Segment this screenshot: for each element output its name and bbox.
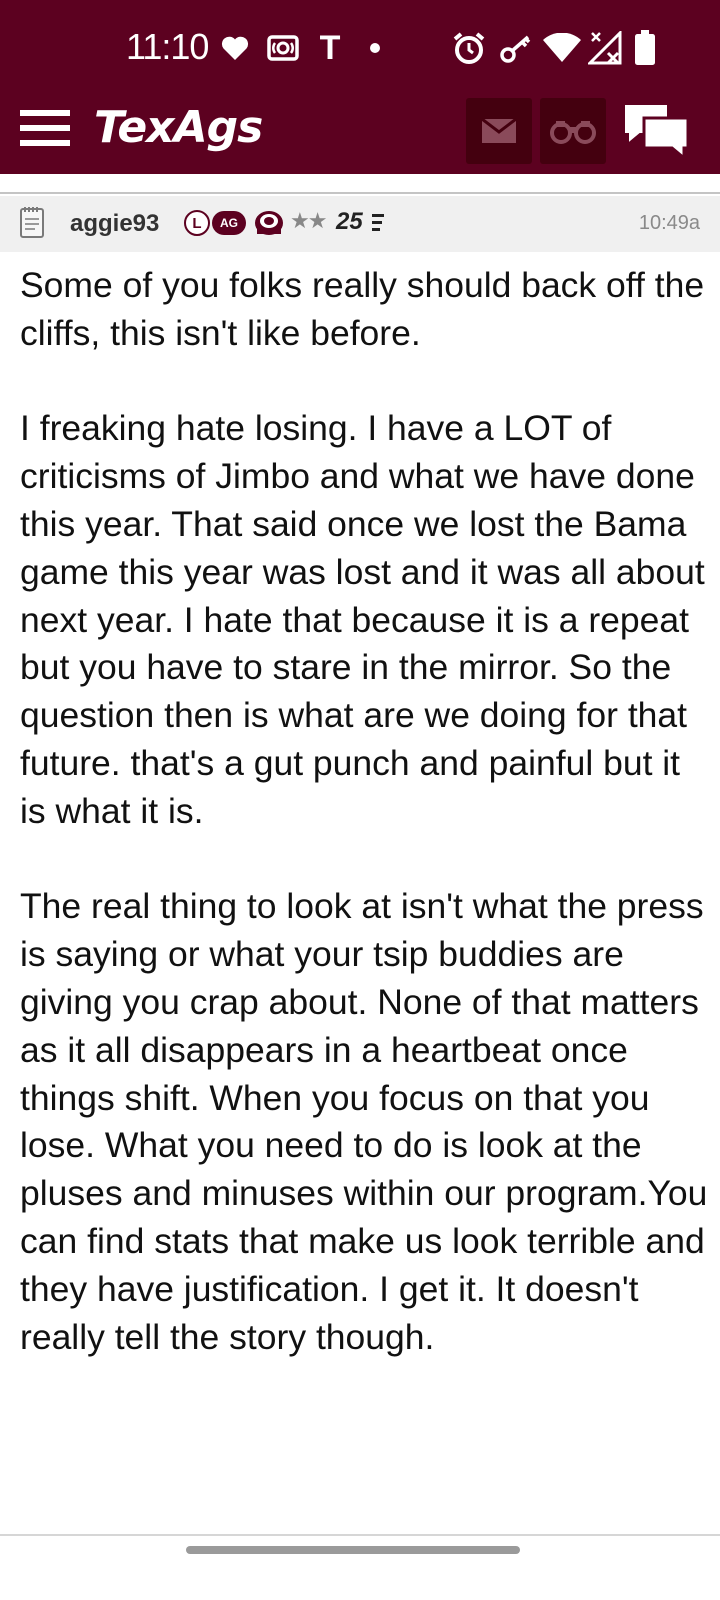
post-divider xyxy=(0,1534,720,1536)
chat-icon[interactable] xyxy=(620,100,692,162)
team-logo-icon xyxy=(253,209,285,237)
heart-icon xyxy=(220,30,250,66)
texags-logo[interactable]: TexAgs xyxy=(94,102,263,153)
binoculars-icon xyxy=(550,121,596,144)
alarm-icon xyxy=(452,30,486,66)
hamburger-menu-icon[interactable] xyxy=(20,106,70,150)
count-lines-icon xyxy=(372,214,384,232)
binoculars-button[interactable] xyxy=(540,98,606,164)
t-mobile-icon: T xyxy=(319,28,341,67)
mail-icon xyxy=(481,118,517,143)
notepad-icon[interactable] xyxy=(19,205,45,239)
post-count: 25 xyxy=(336,208,363,235)
lifetime-badge: L xyxy=(184,210,210,236)
post-paragraph: Some of you folks really should back off… xyxy=(20,265,705,353)
post-timestamp: 10:49a xyxy=(638,212,700,234)
battery-icon xyxy=(632,30,658,66)
post-paragraph: The real thing to look at isn't what the… xyxy=(20,886,708,1357)
post-header: aggie93 L AG ★★ 25 10:49a xyxy=(0,196,720,252)
signal-icon xyxy=(588,30,624,66)
rating-stars: ★★ xyxy=(290,209,327,234)
wifi-icon xyxy=(542,30,582,66)
status-bar: 11:10 T xyxy=(0,0,720,92)
home-indicator[interactable] xyxy=(186,1546,520,1554)
ag-badge: AG xyxy=(212,211,246,235)
status-time: 11:10 xyxy=(126,26,209,67)
app-bar: TexAgs xyxy=(0,92,720,174)
radio-icon xyxy=(266,30,300,66)
mail-button[interactable] xyxy=(466,98,532,164)
header-divider xyxy=(0,192,720,194)
dot-icon xyxy=(368,30,382,66)
post-username[interactable]: aggie93 xyxy=(70,210,159,238)
key-icon xyxy=(500,30,532,66)
post-paragraph: I freaking hate losing. I have a LOT of … xyxy=(20,408,705,831)
post-body: Some of you folks really should back off… xyxy=(20,262,710,1361)
